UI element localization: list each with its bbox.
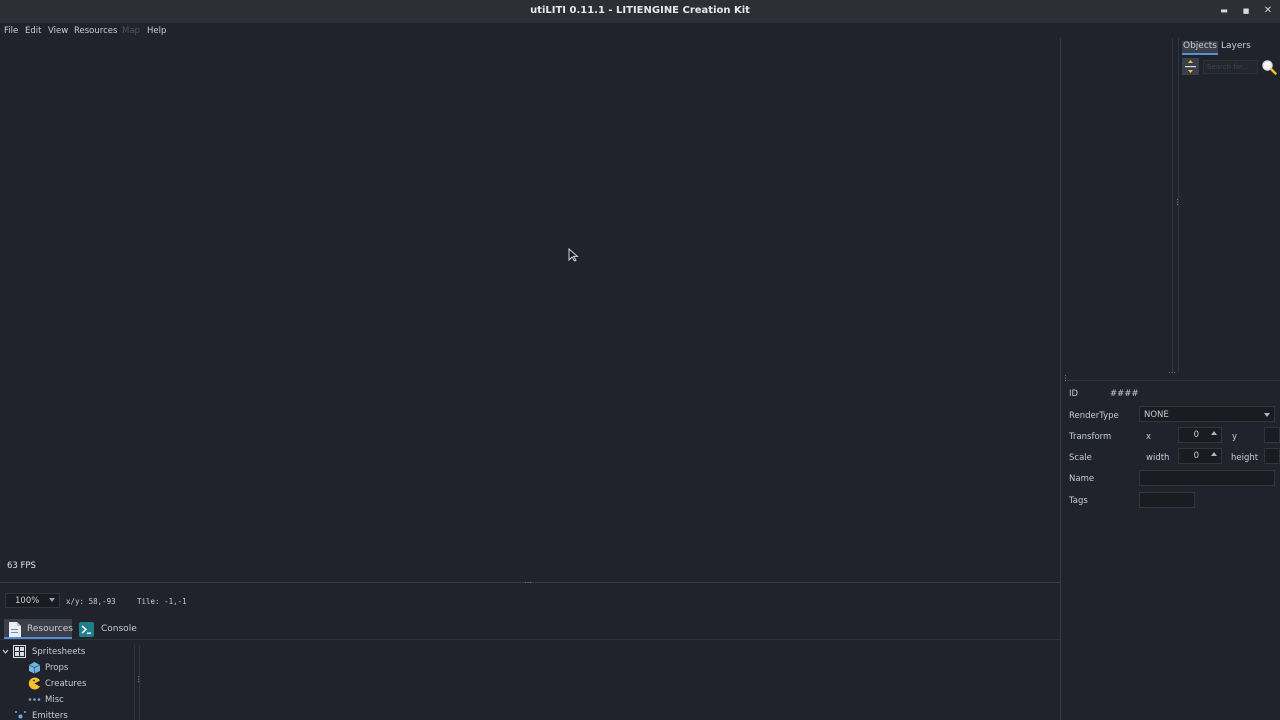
zoom-select[interactable]: 100%: [5, 593, 60, 608]
maximize-button[interactable]: ■: [1239, 4, 1253, 18]
tab-resources[interactable]: Resources: [4, 619, 73, 639]
id-label: ID: [1069, 389, 1079, 399]
tree-item-spritesheets[interactable]: Spritesheets: [0, 645, 134, 660]
box-icon: [28, 662, 41, 674]
transform-x-spinner[interactable]: 0: [1178, 427, 1222, 443]
tab-console[interactable]: Console: [76, 619, 140, 639]
transform-x-label: x: [1146, 432, 1152, 442]
collapse-expand-icon[interactable]: [1182, 58, 1199, 75]
tab-layers[interactable]: Layers: [1220, 41, 1252, 53]
rendertype-select[interactable]: NONE: [1139, 406, 1275, 422]
splitter-grip-icon: ⋯: [1173, 198, 1182, 205]
minimize-button[interactable]: ▬: [1217, 4, 1231, 18]
mouse-cursor-icon: [568, 248, 579, 262]
menu-file[interactable]: File: [4, 26, 18, 36]
scale-label: Scale: [1069, 453, 1092, 463]
bottom-tab-bar: Resources Console: [0, 618, 1060, 640]
splitter-grip-icon: ⋯: [134, 675, 143, 682]
window-title: utiLITI 0.11.1 - LITIENGINE Creation Kit: [530, 5, 750, 16]
dots-icon: [28, 698, 41, 701]
right-top-panel: ⋯ Objects Layers ⋯: [1067, 38, 1280, 377]
chevron-down-icon: [2, 649, 9, 654]
chevron-up-icon[interactable]: [1211, 431, 1217, 435]
pacman-icon: [28, 677, 40, 690]
id-value: ####: [1110, 389, 1139, 399]
transform-y-label: y: [1232, 432, 1238, 442]
tree-label-emitters: Emitters: [32, 711, 68, 720]
menu-map[interactable]: Map: [122, 26, 140, 36]
zoom-value: 100%: [15, 596, 40, 606]
splitter-grip-icon: ⋯: [1168, 368, 1176, 377]
scale-width-spinner[interactable]: 0: [1178, 448, 1222, 464]
menu-view[interactable]: View: [48, 26, 68, 36]
tree-label-spritesheets: Spritesheets: [32, 647, 86, 657]
tree-item-props[interactable]: Props: [0, 661, 134, 676]
properties-panel: ID #### RenderType NONE Transform x 0 y …: [1067, 380, 1280, 720]
tree-splitter[interactable]: ⋯: [134, 645, 143, 720]
document-icon: [9, 622, 21, 637]
scale-height-spinner[interactable]: [1264, 448, 1280, 464]
cursor-coordinates: x/y: 58,-93: [66, 597, 116, 606]
map-list-splitter[interactable]: ⋯: [1173, 38, 1182, 373]
object-search-input[interactable]: Search for...: [1203, 60, 1258, 74]
spritesheet-grid-icon: [13, 645, 26, 658]
transform-label: Transform: [1069, 432, 1112, 442]
tab-resources-label: Resources: [27, 624, 73, 634]
tab-console-label: Console: [101, 624, 137, 634]
tile-coordinates: Tile: -1,-1: [137, 597, 187, 606]
search-icon[interactable]: [1261, 59, 1277, 75]
tree-label-creatures: Creatures: [45, 679, 87, 689]
chevron-down-icon: [49, 598, 55, 602]
name-label: Name: [1069, 474, 1095, 484]
map-list[interactable]: [1067, 38, 1173, 373]
map-canvas[interactable]: [0, 38, 1060, 583]
status-bar: 100% x/y: 58,-93 Tile: -1,-1: [0, 592, 1060, 610]
splitter-grip-icon: ⋯: [524, 578, 532, 587]
tags-input[interactable]: [1139, 492, 1195, 508]
tags-label: Tags: [1069, 496, 1088, 506]
fps-counter: 63 FPS: [7, 561, 36, 571]
tree-label-props: Props: [45, 663, 69, 673]
tree-item-emitters[interactable]: Emitters: [0, 709, 134, 720]
menu-edit[interactable]: Edit: [25, 26, 41, 36]
transform-y-spinner[interactable]: [1264, 427, 1280, 443]
rendertype-label: RenderType: [1069, 411, 1119, 421]
scale-width-value: 0: [1193, 451, 1199, 461]
chevron-down-icon: [1264, 413, 1270, 417]
tab-objects[interactable]: Objects: [1182, 41, 1219, 55]
tree-item-misc[interactable]: Misc: [0, 693, 134, 708]
resource-tree: Spritesheets Props Creatures Misc Emitte…: [0, 645, 134, 720]
close-button[interactable]: ✕: [1261, 4, 1275, 18]
rendertype-value: NONE: [1144, 410, 1169, 420]
scale-width-label: width: [1146, 453, 1170, 463]
transform-x-value: 0: [1193, 430, 1199, 440]
menu-resources[interactable]: Resources: [74, 26, 117, 36]
name-input[interactable]: [1139, 470, 1275, 486]
chevron-up-icon[interactable]: [1211, 452, 1217, 456]
scale-height-label: height: [1231, 453, 1259, 463]
terminal-icon: [79, 622, 94, 637]
tree-label-misc: Misc: [45, 695, 64, 705]
tree-item-creatures[interactable]: Creatures: [0, 677, 134, 692]
menu-help[interactable]: Help: [147, 26, 166, 36]
title-bar: utiLITI 0.11.1 - LITIENGINE Creation Kit…: [0, 0, 1280, 23]
menu-bar: File Edit View Resources Map Help: [0, 23, 1280, 38]
horizontal-splitter[interactable]: ⋯: [0, 578, 1060, 589]
emitter-icon: [15, 711, 26, 719]
vertical-splitter[interactable]: ⋯: [1060, 38, 1070, 720]
